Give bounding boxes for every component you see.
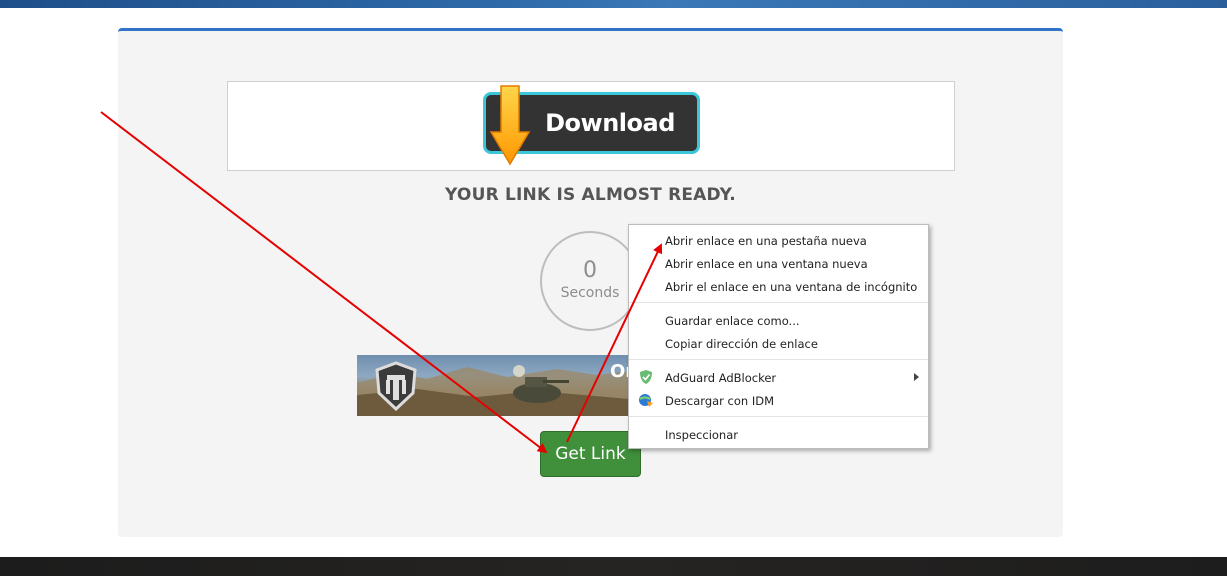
menu-separator bbox=[629, 416, 928, 417]
tank-shield-logo-icon bbox=[375, 361, 417, 411]
countdown-value: 0 bbox=[583, 258, 597, 283]
idm-globe-icon bbox=[639, 394, 653, 407]
menu-item-open-incognito[interactable]: Abrir el enlace en una ventana de incógn… bbox=[629, 276, 928, 298]
footer-band bbox=[0, 557, 1227, 576]
adguard-shield-icon bbox=[640, 370, 652, 384]
download-ad-label[interactable]: Download bbox=[540, 105, 680, 141]
menu-item-copy-link-address[interactable]: Copiar dirección de enlace bbox=[629, 333, 928, 355]
menu-item-save-link[interactable]: Guardar enlace como... bbox=[629, 310, 928, 332]
banner-text: Or bbox=[610, 361, 629, 382]
header-strip bbox=[0, 0, 1227, 8]
page-headline: YOUR LINK IS ALMOST READY. bbox=[445, 185, 736, 205]
get-link-button[interactable]: Get Link bbox=[540, 431, 641, 477]
menu-separator bbox=[629, 359, 928, 360]
menu-item-inspect[interactable]: Inspeccionar bbox=[629, 424, 928, 446]
submenu-arrow-icon bbox=[914, 373, 919, 381]
menu-item-open-new-tab[interactable]: Abrir enlace en una pestaña nueva bbox=[629, 230, 928, 252]
menu-item-adguard[interactable]: AdGuard AdBlocker bbox=[629, 367, 928, 389]
menu-item-idm-download[interactable]: Descargar con IDM bbox=[629, 390, 928, 412]
menu-item-open-new-window[interactable]: Abrir enlace en una ventana nueva bbox=[629, 253, 928, 275]
download-arrow-icon bbox=[489, 85, 531, 166]
countdown-unit: Seconds bbox=[560, 285, 620, 301]
menu-separator bbox=[629, 302, 928, 303]
